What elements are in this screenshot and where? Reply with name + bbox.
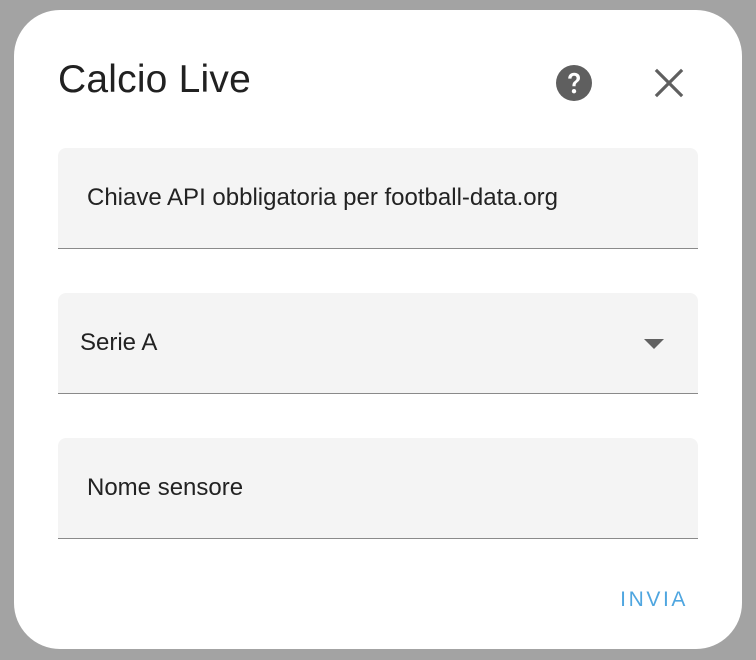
- config-dialog: Calcio Live Chiave API obbligatoria per …: [14, 10, 742, 649]
- api-key-placeholder: Chiave API obbligatoria per football-dat…: [87, 184, 558, 211]
- submit-button[interactable]: INVIA: [620, 588, 688, 612]
- help-circle-icon: [556, 65, 592, 101]
- competition-select[interactable]: Serie A: [58, 293, 698, 394]
- competition-selected-value: Serie A: [80, 329, 158, 356]
- sensor-name-field[interactable]: Nome sensore: [58, 438, 698, 539]
- close-button[interactable]: [652, 66, 686, 100]
- help-button[interactable]: [555, 64, 593, 102]
- dialog-title: Calcio Live: [58, 58, 251, 101]
- close-icon: [654, 68, 684, 98]
- dropdown-arrow-icon: [644, 339, 664, 349]
- api-key-field[interactable]: Chiave API obbligatoria per football-dat…: [58, 148, 698, 249]
- sensor-name-placeholder: Nome sensore: [87, 474, 244, 501]
